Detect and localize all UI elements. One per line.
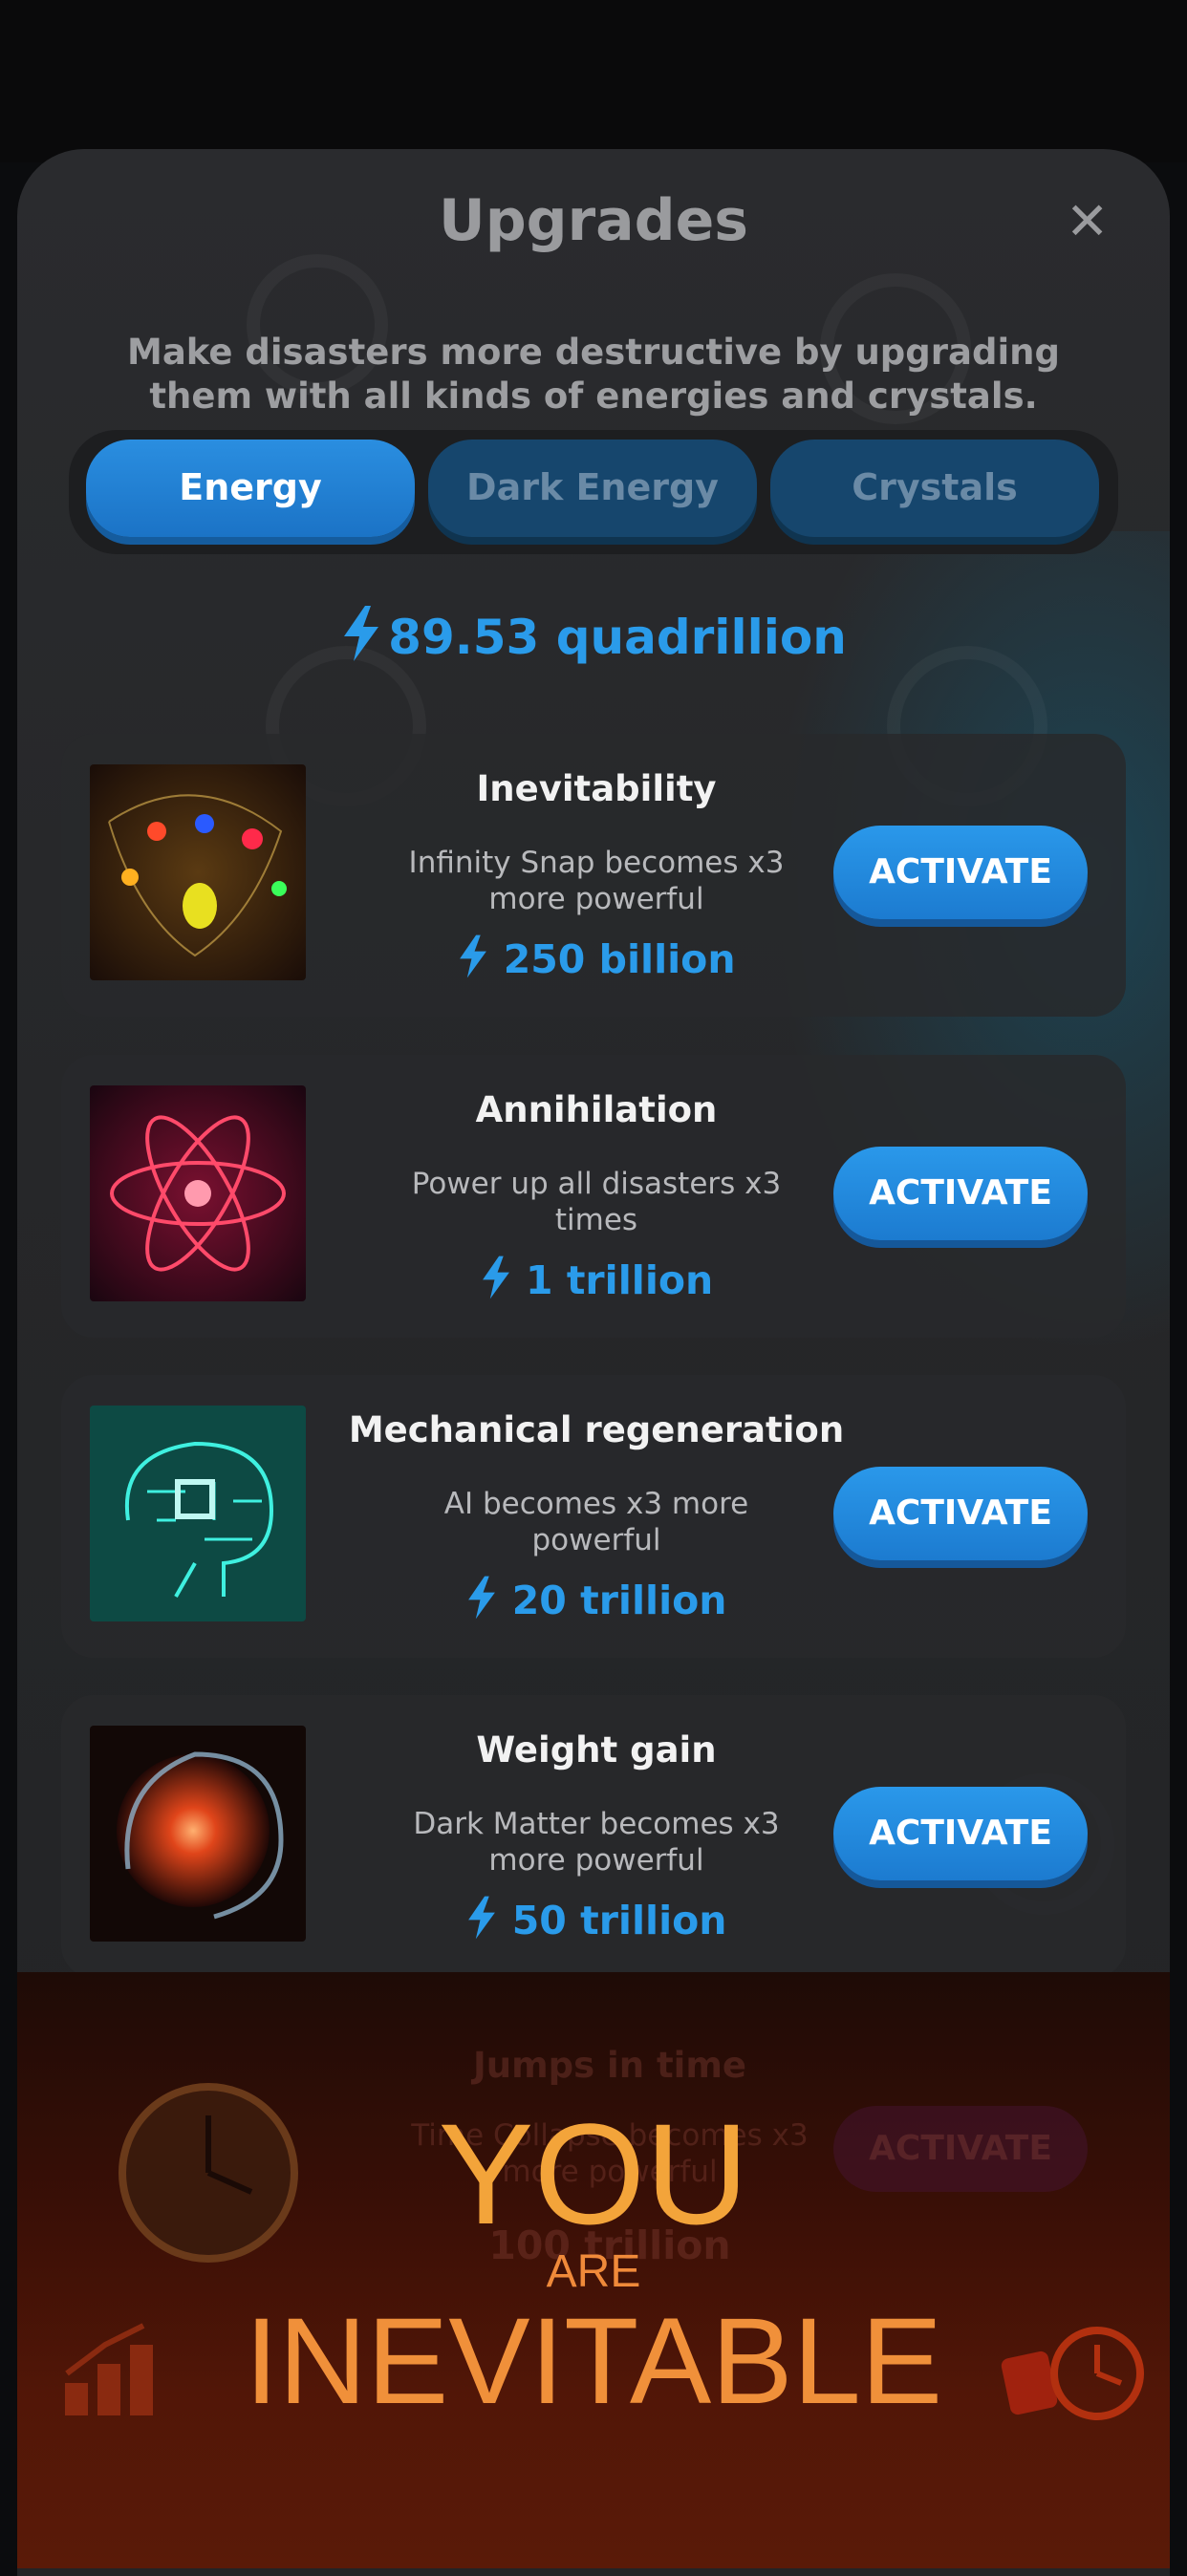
upgrade-title: Mechanical regeneration bbox=[348, 1409, 845, 1450]
energy-balance-value: 89.53 quadrillion bbox=[388, 610, 847, 665]
upgrade-cost-value: 1 trillion bbox=[526, 1257, 714, 1303]
atom-image bbox=[90, 1085, 306, 1301]
activate-button[interactable]: ACTIVATE bbox=[833, 1467, 1088, 1560]
page-subtitle: Make disasters more destructive by upgra… bbox=[127, 332, 1060, 417]
overlay-text-inevitable: INEVITABLE bbox=[244, 2293, 943, 2430]
upgrade-title: Annihilation bbox=[475, 1089, 718, 1130]
upgrade-title: Weight gain bbox=[476, 1729, 717, 1771]
upgrade-cost: 20 trillion bbox=[348, 1576, 845, 1623]
upgrade-description: Power up all disasters x3 times bbox=[411, 1167, 782, 1237]
upgrade-cost-value: 20 trillion bbox=[511, 1578, 727, 1623]
upgrade-card-annihilation: Annihilation Power up all disasters x3 t… bbox=[61, 1055, 1126, 1338]
tab-dark-energy[interactable]: Dark Energy bbox=[428, 440, 757, 537]
lightning-bolt-icon bbox=[344, 606, 379, 661]
activate-button[interactable]: ACTIVATE bbox=[833, 826, 1088, 919]
upgrade-description: Dark Matter becomes x3 more powerful bbox=[413, 1807, 780, 1878]
page-title: Upgrades bbox=[438, 187, 749, 254]
tab-energy[interactable]: Energy bbox=[86, 440, 415, 537]
activate-button[interactable]: ACTIVATE bbox=[833, 1787, 1088, 1880]
dark-matter-orb-image bbox=[90, 1726, 306, 1942]
activate-button[interactable]: ACTIVATE bbox=[833, 1147, 1088, 1240]
upgrade-cost: 1 trillion bbox=[348, 1256, 845, 1303]
top-status-area bbox=[0, 0, 1187, 162]
upgrade-cost: 50 trillion bbox=[348, 1896, 845, 1943]
infinity-stones-image bbox=[90, 764, 306, 980]
upgrade-title: Inevitability bbox=[476, 768, 717, 809]
upgrade-description: Infinity Snap becomes x3 more powerful bbox=[408, 846, 785, 916]
upgrade-description: AI becomes x3 more powerful bbox=[443, 1487, 749, 1557]
energy-balance: 89.53 quadrillion bbox=[0, 606, 1187, 665]
upgrade-cost-value: 50 trillion bbox=[511, 1898, 727, 1943]
lightning-bolt-icon bbox=[482, 1256, 509, 1299]
upgrade-card-inevitability: Inevitability Infinity Snap becomes x3 m… bbox=[61, 734, 1126, 1017]
close-icon[interactable]: ✕ bbox=[1066, 193, 1109, 250]
tab-bar: Energy Dark Energy Crystals bbox=[69, 430, 1118, 554]
lightning-bolt-icon bbox=[468, 1896, 496, 1940]
tab-crystals[interactable]: Crystals bbox=[770, 440, 1099, 537]
overlay-text-you: YOU bbox=[438, 2093, 749, 2254]
upgrade-card-weight-gain: Weight gain Dark Matter becomes x3 more … bbox=[61, 1695, 1126, 1978]
lightning-bolt-icon bbox=[468, 1576, 496, 1620]
overlay-text-are: ARE bbox=[546, 2246, 641, 2297]
circuit-brain-image bbox=[90, 1406, 306, 1621]
faded-upgrade-title: Jumps in time bbox=[473, 2045, 746, 2086]
lightning-bolt-icon bbox=[460, 934, 487, 978]
upgrade-cost: 250 billion bbox=[348, 934, 845, 982]
upgrade-cost-value: 250 billion bbox=[503, 936, 736, 982]
upgrade-card-mechanical-regeneration: Mechanical regeneration AI becomes x3 mo… bbox=[61, 1375, 1126, 1658]
